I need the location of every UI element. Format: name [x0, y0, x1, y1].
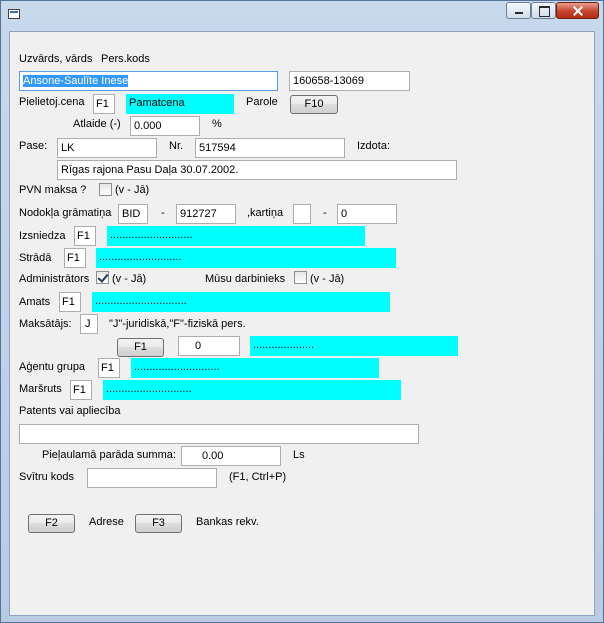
discount-label: Atlaide (-) [73, 118, 121, 130]
our-employee-checkbox[interactable] [294, 271, 307, 284]
price-key-input[interactable]: F1 [93, 94, 115, 114]
form-client-area: Uzvārds, vārds Pers.kods Ansone-Saulīte … [9, 31, 595, 616]
passport-number-input[interactable]: 517594 [195, 138, 345, 158]
payer-lookup-f1-button[interactable]: F1 [117, 338, 164, 357]
works-label: Strādā [19, 252, 52, 264]
payer-code-input[interactable]: 0 [178, 336, 240, 356]
agent-value-field: ............................ [131, 358, 379, 378]
vat-payer-checkbox[interactable] [99, 183, 112, 196]
payer-hint: "J"-juridiskā,"F"-fiziskā pers. [109, 318, 246, 330]
address-f2-button[interactable]: F2 [28, 514, 75, 533]
agent-group-label: Aģentu grupa [19, 361, 86, 373]
price-used-label: Pielietoj.cena [19, 96, 85, 108]
minimize-button[interactable] [506, 2, 531, 19]
patent-input[interactable] [19, 424, 419, 444]
pers-code-label: Pers.kods [101, 53, 150, 65]
percent-label: % [212, 118, 222, 130]
payer-value-field: .................... [250, 336, 458, 356]
tax-card-dash: - [323, 207, 327, 219]
administrators-hint: (v - Jā) [112, 273, 147, 285]
works-value-field: ........................... [96, 248, 396, 268]
price-value-field: Pamatcena [126, 94, 234, 114]
issued-label: Izdota: [357, 140, 391, 152]
password-f10-button[interactable]: F10 [290, 95, 338, 114]
name-input[interactable]: Ansone-Saulīte Inese [19, 71, 278, 91]
main-window: Uzvārds, vārds Pers.kods Ansone-Saulīte … [0, 0, 604, 623]
tax-card-label: ,kartiņa [247, 207, 284, 219]
allowed-debt-label: Pieļaulamā parāda summa: [42, 449, 176, 461]
our-employee-hint: (v - Jā) [310, 273, 345, 285]
bank-f3-button[interactable]: F3 [135, 514, 182, 533]
payer-label: Maksātājs: [19, 318, 72, 330]
route-key-input[interactable]: F1 [70, 380, 92, 400]
passport-number-label: Nr. [169, 140, 184, 152]
vat-payer-label: PVN maksa ? [19, 184, 87, 196]
agent-key-input[interactable]: F1 [98, 358, 120, 378]
our-employee-label: Mūsu darbinieks [205, 273, 286, 285]
position-value-field: .............................. [92, 292, 390, 312]
route-value-field: ............................ [103, 380, 401, 400]
position-label: Amats [19, 296, 51, 308]
patent-label: Patents vai apliecība [19, 405, 121, 417]
currency-label: Ls [293, 449, 305, 461]
bank-label: Bankas rekv. [196, 516, 259, 528]
works-key-input[interactable]: F1 [64, 248, 86, 268]
issuer-label: Izsniedza [19, 230, 66, 242]
tax-book-label: Nodokļa grāmatiņa [19, 207, 112, 219]
tax-card-a-input[interactable] [293, 204, 311, 224]
route-label: Maršruts [19, 383, 62, 395]
issued-by-input[interactable]: Rīgas rajona Pasu Daļa 30.07.2002. [57, 160, 457, 180]
maximize-button[interactable] [531, 2, 556, 19]
position-key-input[interactable]: F1 [59, 292, 81, 312]
passport-label: Pase: [19, 140, 48, 152]
tax-series-input[interactable]: BID [118, 204, 148, 224]
issuer-key-input[interactable]: F1 [74, 226, 96, 246]
pers-code-input[interactable]: 160658-13069 [289, 71, 410, 91]
issuer-value-field: ........................... [107, 226, 365, 246]
address-label: Adrese [89, 516, 124, 528]
barcode-input[interactable] [87, 468, 217, 488]
close-button[interactable] [556, 2, 599, 19]
tax-number-input[interactable]: 912727 [176, 204, 236, 224]
password-label: Parole [246, 96, 278, 108]
barcode-hint: (F1, Ctrl+P) [229, 471, 287, 483]
vat-payer-hint: (v - Jā) [115, 184, 150, 196]
administrators-label: Administrātors [19, 273, 90, 285]
discount-input[interactable]: 0.000 [130, 116, 200, 136]
tax-dash: - [161, 207, 165, 219]
payer-input[interactable]: J [80, 314, 98, 334]
barcode-label: Svītru kods [19, 471, 75, 483]
administrators-checkbox[interactable] [96, 271, 109, 284]
name-label: Uzvārds, vārds [19, 53, 93, 65]
passport-series-input[interactable]: LK [57, 138, 157, 158]
app-window-icon [8, 9, 20, 19]
allowed-debt-input[interactable]: 0.00 [181, 446, 281, 466]
title-bar[interactable] [1, 1, 603, 31]
tax-card-b-input[interactable]: 0 [337, 204, 397, 224]
name-input-value: Ansone-Saulīte Inese [23, 75, 129, 87]
